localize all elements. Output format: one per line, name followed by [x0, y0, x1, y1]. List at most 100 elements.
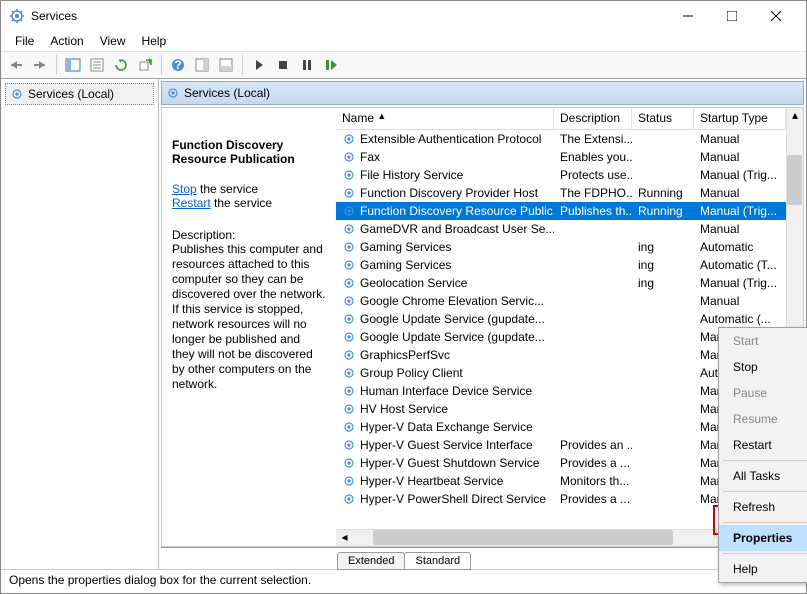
service-status: [632, 336, 694, 338]
preview-button[interactable]: [215, 54, 237, 76]
service-startup-type: Manual: [694, 293, 786, 309]
service-row[interactable]: Function Discovery Provider Host The FDPH…: [336, 184, 786, 202]
service-row[interactable]: FaxEnables you...Manual: [336, 148, 786, 166]
col-status[interactable]: Status: [632, 108, 694, 129]
service-description: [554, 228, 632, 230]
service-startup-type: Automatic: [694, 239, 786, 255]
gear-icon: [342, 204, 356, 218]
service-status: [632, 138, 694, 140]
list-header-label: Services (Local): [184, 86, 270, 100]
service-description: [554, 354, 632, 356]
maximize-button[interactable]: [710, 2, 754, 30]
service-row[interactable]: Google Chrome Elevation Servic...Manual: [336, 292, 786, 310]
service-description: [554, 318, 632, 320]
gear-icon: [342, 240, 356, 254]
tab-standard[interactable]: Standard: [404, 552, 471, 570]
service-description: [554, 426, 632, 428]
gear-icon: [342, 420, 356, 434]
tree-root-label: Services (Local): [28, 87, 114, 101]
ctx-stop[interactable]: Stop: [719, 354, 807, 380]
ctx-properties[interactable]: Properties: [719, 525, 807, 551]
gear-icon: [342, 456, 356, 470]
gear-icon: [342, 384, 356, 398]
ctx-resume[interactable]: Resume: [719, 406, 807, 432]
menu-view[interactable]: View: [94, 32, 132, 50]
minimize-button[interactable]: [666, 2, 710, 30]
service-description: The FDPHO...: [554, 185, 632, 201]
gear-icon: [342, 348, 356, 362]
menubar: File Action View Help: [1, 31, 806, 51]
service-status: [632, 318, 694, 320]
gear-icon: [342, 258, 356, 272]
context-menu: Start Stop Pause Resume Restart All Task…: [718, 327, 807, 583]
ctx-all-tasks[interactable]: All Tasks: [719, 463, 807, 489]
service-name: Geolocation Service: [360, 276, 467, 290]
show-hide-tree-button[interactable]: [62, 54, 84, 76]
service-description: Monitors th...: [554, 473, 632, 489]
pause-service-button[interactable]: [296, 54, 318, 76]
service-row[interactable]: Google Update Service (gupdate...Automat…: [336, 310, 786, 328]
menu-help[interactable]: Help: [136, 32, 173, 50]
service-name: Hyper-V Heartbeat Service: [360, 474, 503, 488]
menu-file[interactable]: File: [9, 32, 40, 50]
properties-toolbar-button[interactable]: [86, 54, 108, 76]
list-header-bar: Services (Local): [161, 81, 804, 105]
restart-link[interactable]: Restart: [172, 196, 211, 210]
tree-root-item[interactable]: Services (Local): [5, 83, 154, 105]
ctx-start[interactable]: Start: [719, 328, 807, 354]
menu-action[interactable]: Action: [44, 32, 89, 50]
service-status: [632, 444, 694, 446]
ctx-pause[interactable]: Pause: [719, 380, 807, 406]
gear-icon: [342, 294, 356, 308]
start-service-button[interactable]: [248, 54, 270, 76]
ctx-help[interactable]: Help: [719, 556, 807, 582]
close-button[interactable]: [754, 2, 798, 30]
stop-link[interactable]: Stop: [172, 182, 197, 196]
service-description: Provides an ...: [554, 437, 632, 453]
service-row[interactable]: File History ServiceProtects use...Manua…: [336, 166, 786, 184]
col-name[interactable]: Name ▲: [336, 108, 554, 129]
service-row[interactable]: Extensible Authentication Protocol The Ex…: [336, 130, 786, 148]
service-status: [632, 462, 694, 464]
service-name: File History Service: [360, 168, 463, 182]
service-description: [554, 408, 632, 410]
service-status: ing: [632, 239, 694, 255]
service-startup-type: Manual: [694, 221, 786, 237]
stop-service-button[interactable]: [272, 54, 294, 76]
gear-icon: [342, 366, 356, 380]
service-description: The Extensi...: [554, 131, 632, 147]
service-name: Function Discovery Provider Host: [360, 186, 538, 200]
col-startup-type[interactable]: Startup Type: [694, 108, 786, 129]
service-startup-type: Manual (Trig...: [694, 167, 786, 183]
ctx-restart[interactable]: Restart: [719, 432, 807, 458]
gear-icon: [342, 492, 356, 506]
tab-extended[interactable]: Extended: [337, 552, 405, 570]
restart-service-button[interactable]: [320, 54, 342, 76]
ctx-refresh[interactable]: Refresh: [719, 494, 807, 520]
service-status: [632, 228, 694, 230]
back-button[interactable]: [5, 54, 27, 76]
service-description: [554, 282, 632, 284]
service-row[interactable]: Function Discovery Resource Public...Pub…: [336, 202, 786, 220]
toolbar: ?: [1, 51, 806, 79]
help-button[interactable]: ?: [167, 54, 189, 76]
service-row[interactable]: Gaming ServicesingAutomatic: [336, 238, 786, 256]
export-button[interactable]: [134, 54, 156, 76]
service-description: [554, 300, 632, 302]
refresh-button[interactable]: [110, 54, 132, 76]
gear-icon: [342, 222, 356, 236]
service-name: GameDVR and Broadcast User Se...: [360, 222, 554, 236]
action-pane-button[interactable]: [191, 54, 213, 76]
forward-button[interactable]: [29, 54, 51, 76]
gear-icon: [342, 312, 356, 326]
service-name: Function Discovery Resource Public...: [360, 204, 554, 218]
col-description[interactable]: Description: [554, 108, 632, 129]
service-description: Provides a ...: [554, 491, 632, 507]
service-row[interactable]: Gaming ServicesingAutomatic (T...: [336, 256, 786, 274]
service-row[interactable]: GameDVR and Broadcast User Se... Manual: [336, 220, 786, 238]
service-name: Google Update Service (gupdate...: [360, 330, 545, 344]
service-row[interactable]: Geolocation ServiceingManual (Trig...: [336, 274, 786, 292]
tree-pane: Services (Local): [1, 79, 159, 569]
service-name: Extensible Authentication Protocol: [360, 132, 541, 146]
service-status: Running: [632, 203, 694, 219]
